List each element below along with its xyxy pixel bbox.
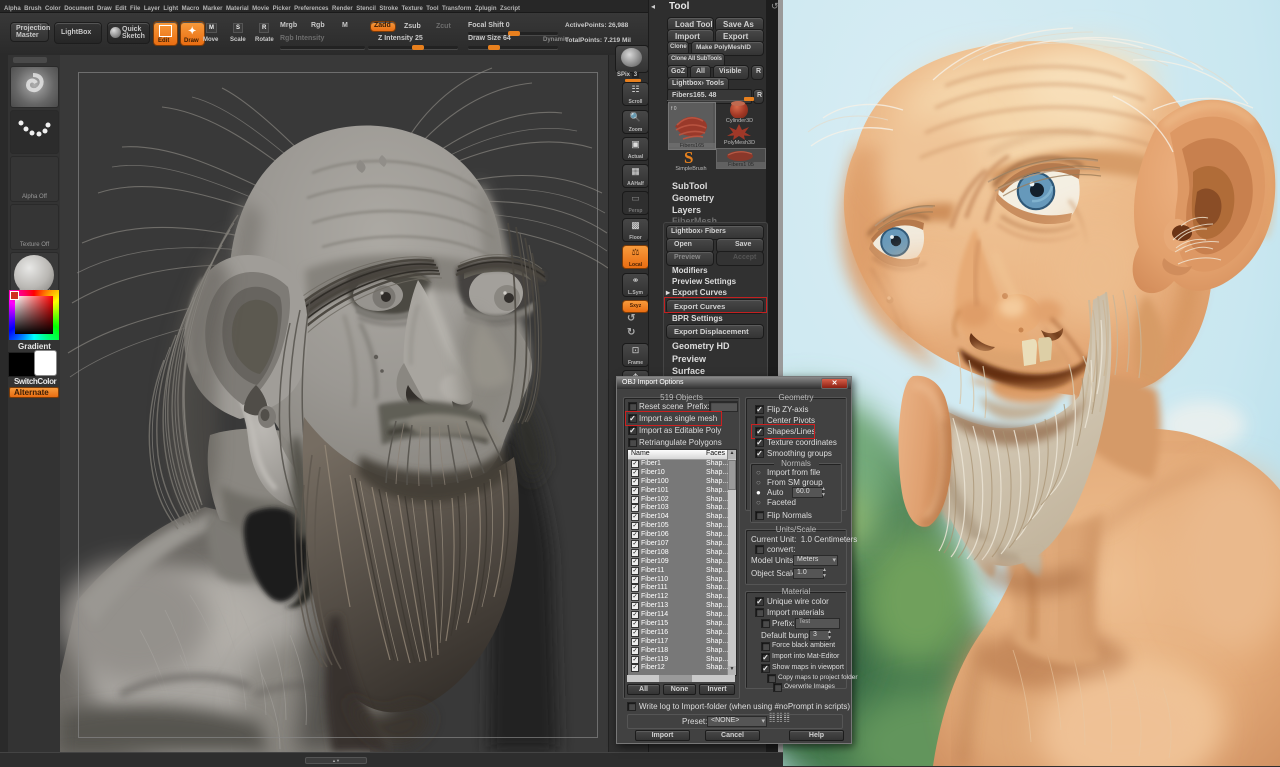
- svg-text:f 0: f 0: [671, 106, 677, 112]
- svg-text:S: S: [684, 148, 693, 165]
